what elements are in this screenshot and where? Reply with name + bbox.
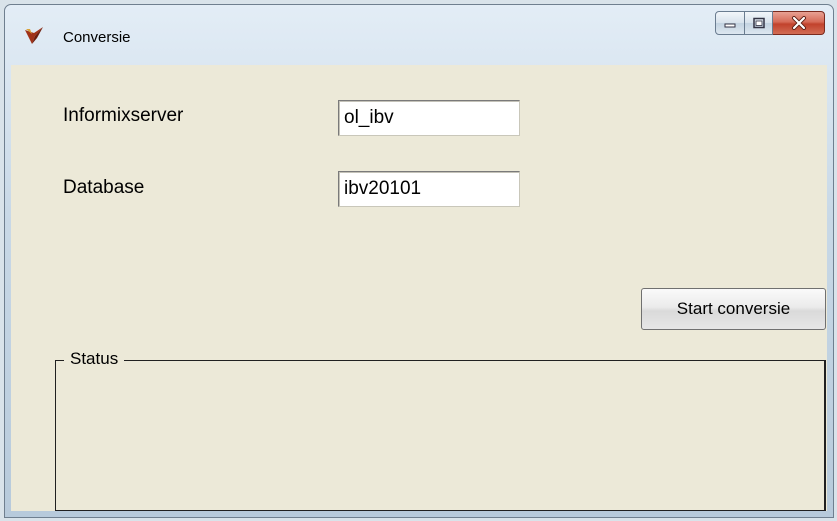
- database-input[interactable]: [338, 171, 520, 207]
- app-logo-icon: [25, 27, 43, 44]
- close-icon: [791, 16, 806, 30]
- status-groupbox: Status: [55, 349, 826, 511]
- start-conversie-button[interactable]: Start conversie: [641, 288, 826, 330]
- database-label: Database: [63, 177, 145, 198]
- minimize-icon: [724, 23, 736, 28]
- status-group-label: Status: [64, 349, 125, 369]
- conversie-window: Conversie Informixserver ol_ibv Database…: [4, 4, 834, 518]
- informixserver-label: Informixserver: [63, 105, 184, 126]
- client-area: Informixserver Database Start conversie …: [11, 65, 827, 511]
- caption-buttons: [715, 11, 825, 35]
- window-title: Conversie: [63, 29, 131, 46]
- maximize-icon: [752, 17, 765, 29]
- title-bar[interactable]: Conversie: [5, 5, 833, 65]
- close-button[interactable]: [773, 11, 825, 35]
- informixserver-input[interactable]: [338, 100, 520, 136]
- maximize-button[interactable]: [745, 11, 773, 35]
- minimize-button[interactable]: [715, 11, 745, 35]
